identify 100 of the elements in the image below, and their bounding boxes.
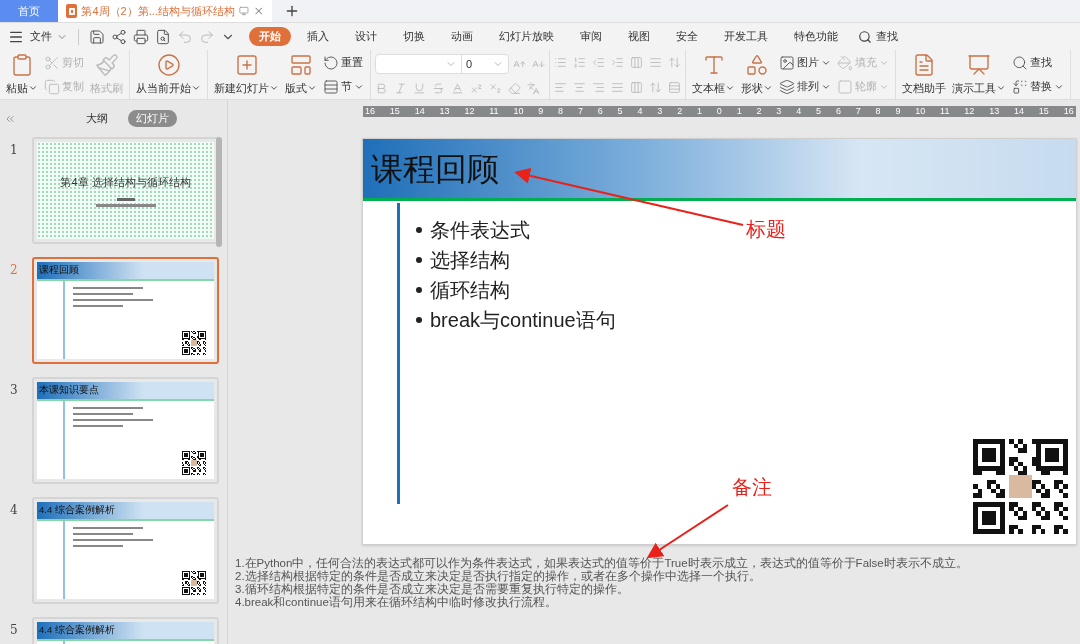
bold-icon[interactable] [375,82,388,95]
scrollbar[interactable] [216,137,222,247]
replace-icon [1012,78,1028,95]
indent-increase-icon[interactable] [611,55,624,69]
ribbon-button[interactable]: 形状 [739,52,775,97]
play-icon [156,52,181,77]
bullet-text: 条件表达式 [430,218,530,243]
clipboard-icon [10,52,34,77]
eraser-icon[interactable] [508,82,521,95]
slide-number: 3 [10,382,19,399]
slide-thumbnail[interactable]: 4.4 综合案例解析 [32,497,219,604]
strikethrough-icon[interactable] [432,82,445,95]
panel-tab[interactable]: 大纲 [78,110,116,127]
share-icon[interactable] [111,28,127,45]
font-color-icon[interactable] [451,82,464,95]
ribbon-tab[interactable]: 视图 [618,27,660,46]
ribbon-button[interactable]: 重置 [321,52,366,73]
ribbon-tab[interactable]: 设计 [345,27,387,46]
print-preview-icon[interactable] [155,28,171,45]
thumbnail-title: 第4章 选择结构与循环结构 [60,174,191,190]
slide-thumbnail[interactable]: 本课知识要点 [32,377,219,484]
ribbon-tab[interactable]: 开发工具 [714,27,778,46]
paintbrush-icon [94,52,119,77]
qr-code [182,571,206,595]
document-icon [912,52,936,77]
slide-thumbnail[interactable]: 4.4 综合案例解析 [32,617,219,644]
ribbon-button[interactable]: 新建幻灯片 [212,52,281,97]
bullet-text: 循环结构 [430,278,510,303]
ribbon-button[interactable]: 文档助手 [900,52,948,97]
text-direction-icon[interactable] [668,55,681,69]
ribbon-tab[interactable]: 特色功能 [784,27,848,46]
columns-icon[interactable] [630,55,643,69]
section-icon [323,78,339,95]
annotation-label: 标题 [746,217,786,242]
ribbon-tab[interactable]: 审阅 [570,27,612,46]
annotation-label: 备注 [732,475,772,500]
bullet-list-icon[interactable] [554,55,567,69]
undo-icon[interactable] [177,28,193,45]
image-icon [779,54,795,71]
ribbon-button[interactable]: 排列 [777,76,833,97]
speaker-note: 4.break和continue语句用来在循环结构中临时修改执行流程。 [235,596,558,609]
ribbon-button[interactable]: 替换 [1010,76,1066,97]
close-icon[interactable] [252,4,264,18]
layout-icon [289,52,313,77]
underline-icon[interactable] [413,82,426,95]
save-icon[interactable] [89,28,105,45]
new-tab-icon[interactable] [284,3,300,19]
align-left-icon[interactable] [554,80,567,94]
ribbon-button[interactable]: 图片 [777,52,833,73]
superscript-icon[interactable] [470,82,483,95]
speaker-note: 2.选择结构根据特定的条件是否成立来决定是否执行指定的操作，或者在多个操作中选择一个执行。 [235,570,762,583]
thumbnail-title: 4.4 综合案例解析 [39,623,115,638]
indent-decrease-icon[interactable] [592,55,605,69]
align-center-icon[interactable] [573,80,586,94]
align-text-icon[interactable] [649,55,662,69]
slide-number: 2 [10,262,19,279]
monitor-icon[interactable] [238,5,249,17]
reset-icon [323,54,339,71]
copy-icon [44,78,60,95]
align-right-icon[interactable] [592,80,605,94]
search-icon [1012,54,1028,71]
ribbon-button[interactable]: 粘贴 [4,52,40,97]
phonetic-icon[interactable] [527,82,540,95]
justify-icon[interactable] [611,80,624,94]
slide-number: 1 [10,142,19,159]
speaker-note: 1.在Python中，任何合法的表达式都可以作为条件表达式，如果表达式的值等价于True时表示成立，表达式的值等价于False时表示不成立。 [235,557,969,570]
new-slide-icon [234,52,259,77]
ribbon-button[interactable]: 演示工具 [950,52,1008,97]
ribbon-tab[interactable]: 安全 [666,27,708,46]
ribbon-button[interactable]: 节 [321,76,366,97]
qr-code [182,331,206,355]
ribbon-button[interactable]: 查找 [1010,52,1066,73]
ribbon-button[interactable]: 文本框 [690,52,737,97]
italic-icon[interactable] [394,82,407,95]
qr-code [182,451,206,475]
redo-icon[interactable] [199,28,215,45]
layers-icon [779,78,795,95]
thumbnail-title: 4.4 综合案例解析 [39,503,115,518]
slide-thumbnail[interactable]: 课程回顾 [32,257,219,364]
print-icon[interactable] [133,28,149,45]
search-button[interactable]: 查找 [858,28,898,45]
ribbon-tab[interactable]: 幻灯片放映 [489,27,564,46]
bullet-text: break与continue语句 [430,308,616,333]
ribbon-button[interactable]: 版式 [283,52,319,97]
numbered-list-icon[interactable] [573,55,586,69]
shapes-icon [745,52,769,77]
scissors-icon [44,54,60,71]
subscript-icon[interactable] [489,82,502,95]
distribute-icon[interactable] [630,80,643,94]
line-spacing-icon[interactable] [649,80,662,94]
ribbon-tab[interactable]: 切换 [393,27,435,46]
ribbon-tab[interactable]: 动画 [441,27,483,46]
slide-thumbnail[interactable]: 第4章 选择结构与循环结构 [32,137,219,244]
thumbnail-title: 课程回顾 [39,263,79,278]
thumbnail-title: 本课知识要点 [39,383,99,398]
ribbon-tab[interactable]: 插入 [297,27,339,46]
bullet-text: 选择结构 [430,248,510,273]
ribbon-button[interactable]: 从当前开始 [134,52,203,97]
paragraph-spacing-icon[interactable] [668,80,681,94]
file-menu[interactable]: 文件 [30,28,68,45]
